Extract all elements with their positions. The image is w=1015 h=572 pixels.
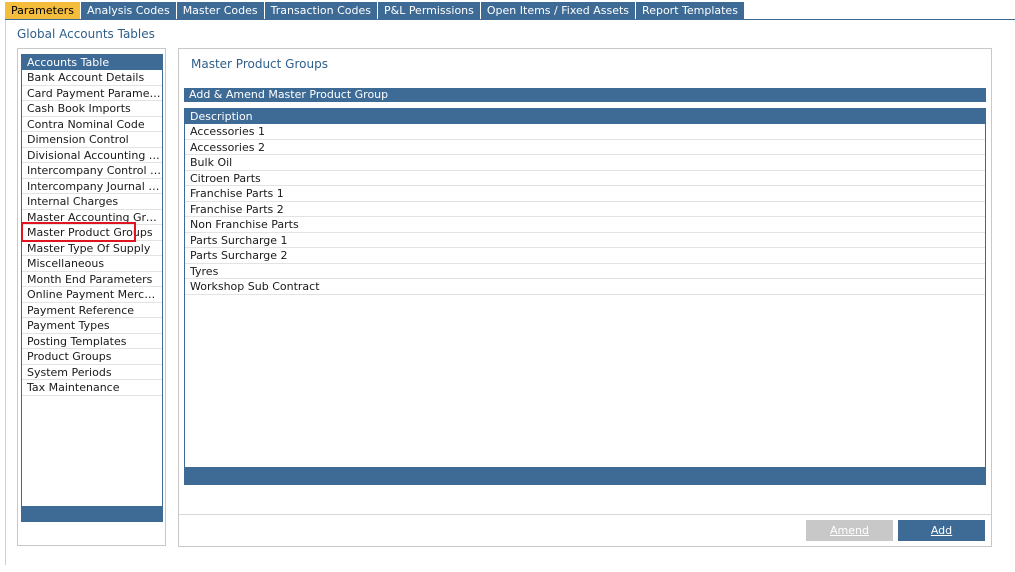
grid-column-description[interactable]: Description [185,109,985,124]
sidebar-item-contra-nominal-code[interactable]: Contra Nominal Code [22,117,162,132]
table-row[interactable]: Parts Surcharge 1 [185,233,985,248]
sidebar-item-cash-book-imports[interactable]: Cash Book Imports [22,101,162,117]
sidebar-item-internal-charges[interactable]: Internal Charges [22,194,162,210]
table-row[interactable]: Accessories 2 [185,140,985,155]
sidebar-item-miscellaneous[interactable]: Miscellaneous [22,256,162,272]
sidebar-item-posting-templates[interactable]: Posting Templates [22,334,162,349]
table-row[interactable]: Franchise Parts 1 [185,186,985,202]
sidebar-item-system-periods[interactable]: System Periods [22,365,162,380]
tab-master-codes[interactable]: Master Codes [176,2,264,19]
tab-p-l-permissions[interactable]: P&L Permissions [377,2,480,19]
table-row[interactable]: Bulk Oil [185,155,985,171]
amend-section-header: Add & Amend Master Product Group [184,88,986,102]
section-title: Global Accounts Tables [17,27,155,41]
tab-bar-underline [5,19,1015,20]
page-title: Master Product Groups [191,57,328,71]
add-button[interactable]: Add [898,520,985,541]
product-groups-grid: Description Accessories 1 Accessories 2 Bu… [184,108,986,485]
table-row[interactable]: Tyres [185,264,985,279]
sidebar-item-online-payment-merchants[interactable]: Online Payment Merchants [22,287,162,303]
sidebar-item-product-groups[interactable]: Product Groups [22,349,162,365]
amend-button[interactable]: Amend [806,520,893,541]
sidebar-item-master-product-groups[interactable]: Master Product Groups [22,225,162,241]
frame-border [5,20,6,565]
table-row[interactable]: Citroen Parts [185,171,985,186]
table-row[interactable]: Franchise Parts 2 [185,202,985,217]
sidebar-item-card-payment-parameters[interactable]: Card Payment Parameters [22,86,162,101]
tab-report-templates[interactable]: Report Templates [636,2,744,19]
grid-footer [185,467,985,484]
sidebar-item-intercompany-control-co[interactable]: Intercompany Control Co... [22,163,162,179]
sidebar-item-dimension-control[interactable]: Dimension Control [22,132,162,148]
tab-parameters[interactable]: Parameters [5,2,80,19]
sidebar-item-payment-types[interactable]: Payment Types [22,318,162,334]
sidebar-item-master-type-of-supply[interactable]: Master Type Of Supply [22,241,162,256]
sidebar-item-divisional-accounting-gro[interactable]: Divisional Accounting Gro... [22,148,162,163]
accounts-table-items: Bank Account Details Card Payment Paramet… [22,70,162,396]
sidebar-item-month-end-parameters[interactable]: Month End Parameters [22,272,162,287]
sidebar-item-intercompany-journal-co[interactable]: Intercompany Journal Co... [22,179,162,194]
table-row[interactable]: Workshop Sub Contract [185,279,985,295]
tab-bar: Parameters Analysis Codes Master Codes Tran… [5,2,745,19]
sidebar-item-payment-reference[interactable]: Payment Reference [22,303,162,318]
sidebar-item-master-accounting-groups[interactable]: Master Accounting Groups [22,210,162,225]
sidebar-item-tax-maintenance[interactable]: Tax Maintenance [22,380,162,396]
accounts-table-header: Accounts Table [22,55,162,70]
grid-body: Accessories 1 Accessories 2 Bulk Oil Citroe… [185,124,985,295]
table-row[interactable]: Parts Surcharge 2 [185,248,985,264]
table-row[interactable]: Non Franchise Parts [185,217,985,233]
accounts-table-list: Accounts Table Bank Account Details Card … [21,54,163,522]
tab-transaction-codes[interactable]: Transaction Codes [264,2,377,19]
button-divider [179,514,991,515]
tab-open-items-fixed-assets[interactable]: Open Items / Fixed Assets [480,2,636,19]
table-row[interactable]: Accessories 1 [185,124,985,140]
accounts-table-footer [22,506,162,521]
tab-analysis-codes[interactable]: Analysis Codes [80,2,176,19]
sidebar-item-bank-account-details[interactable]: Bank Account Details [22,70,162,86]
